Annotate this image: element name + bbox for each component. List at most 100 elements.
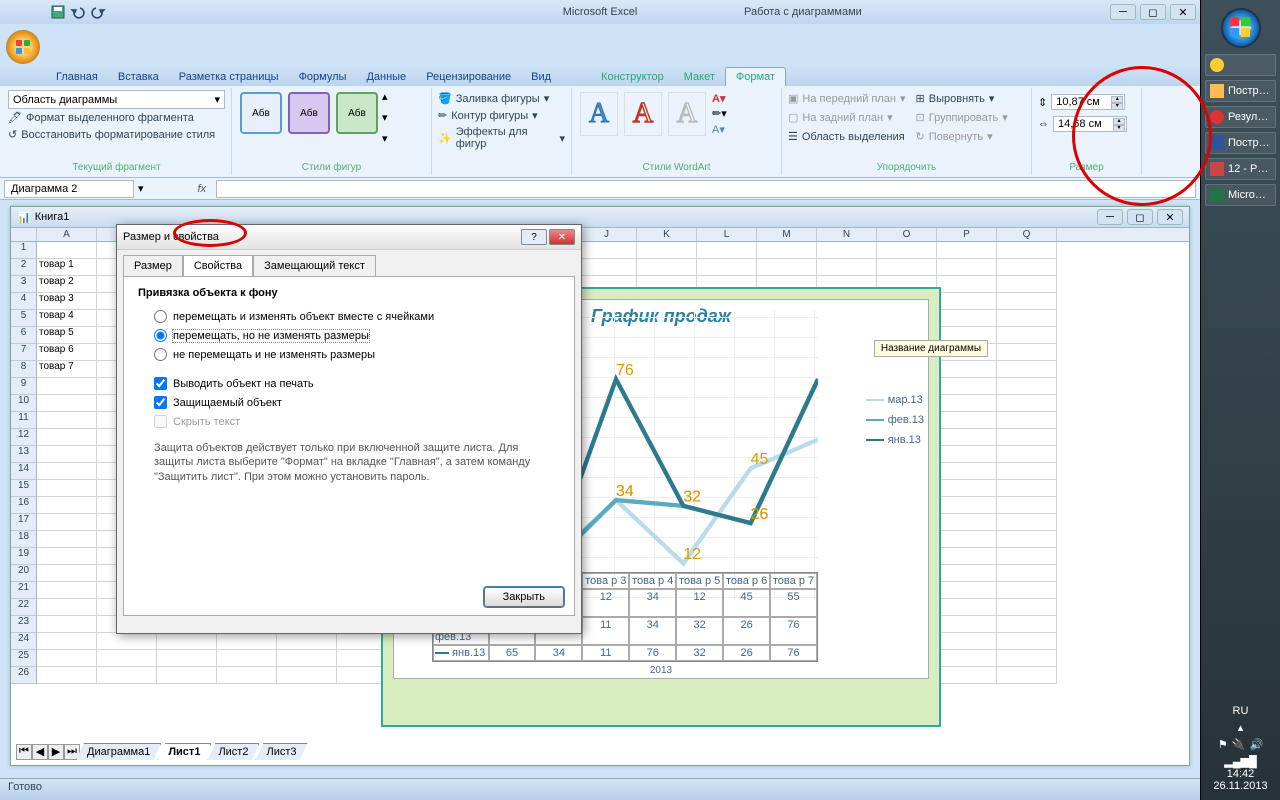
cell[interactable]: товар 3 <box>37 293 97 310</box>
checkbox-locked[interactable]: Защищаемый объект <box>138 393 560 412</box>
cell[interactable] <box>937 242 997 259</box>
tab-formulas[interactable]: Формулы <box>289 68 357 86</box>
cell[interactable] <box>817 242 877 259</box>
cell[interactable] <box>937 310 997 327</box>
row-header[interactable]: 4 <box>11 293 37 310</box>
cell[interactable] <box>157 650 217 667</box>
start-button[interactable] <box>1221 8 1261 48</box>
cell[interactable] <box>997 276 1057 293</box>
legend-item[interactable]: мар.13 <box>866 390 924 410</box>
dialog-tab-properties[interactable]: Свойства <box>183 255 253 277</box>
taskbar-item[interactable]: Micro… <box>1205 184 1276 206</box>
wordart-style-3[interactable]: A <box>668 92 706 136</box>
cell[interactable] <box>757 259 817 276</box>
cell[interactable] <box>937 463 997 480</box>
row-header[interactable]: 12 <box>11 429 37 446</box>
flag-icon[interactable]: ⚑ <box>1218 738 1228 751</box>
tab-home[interactable]: Главная <box>46 68 108 86</box>
selection-pane-button[interactable]: ☰Область выделения <box>788 128 906 145</box>
cell[interactable] <box>937 429 997 446</box>
cell[interactable] <box>277 633 337 650</box>
cell[interactable] <box>37 599 97 616</box>
checkbox-hide-text[interactable]: Скрыть текст <box>138 412 560 431</box>
checkbox-print[interactable]: Выводить объект на печать <box>138 374 560 393</box>
cell[interactable] <box>997 531 1057 548</box>
cell[interactable] <box>997 327 1057 344</box>
language-indicator[interactable]: RU <box>1203 705 1278 717</box>
row-header[interactable]: 25 <box>11 650 37 667</box>
sheet-tab-1[interactable]: Лист1 <box>157 743 211 760</box>
cell[interactable] <box>997 650 1057 667</box>
close-button[interactable]: ✕ <box>1170 4 1196 20</box>
row-header[interactable]: 13 <box>11 446 37 463</box>
row-header[interactable]: 5 <box>11 310 37 327</box>
row-header[interactable]: 11 <box>11 412 37 429</box>
name-box[interactable]: Диаграмма 2 <box>4 180 134 198</box>
cell[interactable] <box>997 310 1057 327</box>
column-header[interactable]: N <box>817 228 877 241</box>
cell[interactable] <box>997 480 1057 497</box>
close-button[interactable]: ✕ <box>1157 209 1183 225</box>
redo-icon[interactable] <box>90 4 106 20</box>
row-header[interactable]: 14 <box>11 463 37 480</box>
cell[interactable] <box>157 667 217 684</box>
cell[interactable] <box>877 259 937 276</box>
cell[interactable] <box>937 514 997 531</box>
dialog-tab-size[interactable]: Размер <box>123 255 183 277</box>
chart-legend[interactable]: мар.13фев.13янв.13 <box>866 390 924 450</box>
network-icon[interactable]: 🔌 <box>1232 738 1246 751</box>
cell[interactable] <box>37 463 97 480</box>
tray-chevron-icon[interactable]: ▴ <box>1203 721 1278 734</box>
taskbar-yandex[interactable] <box>1205 54 1276 76</box>
cell[interactable] <box>997 497 1057 514</box>
cell[interactable] <box>37 565 97 582</box>
cell[interactable] <box>757 242 817 259</box>
row-header[interactable]: 22 <box>11 599 37 616</box>
shape-width-input[interactable]: 14,68 см▴▾ <box>1053 116 1127 132</box>
bring-front-button[interactable]: ▣На передний план ▾ <box>788 90 906 107</box>
cell[interactable] <box>997 429 1057 446</box>
row-header[interactable]: 18 <box>11 531 37 548</box>
minimize-button[interactable]: ─ <box>1110 4 1136 20</box>
shape-style-1[interactable]: Абв <box>240 92 282 134</box>
text-outline-icon[interactable]: ✏▾ <box>712 107 727 120</box>
cell[interactable] <box>997 395 1057 412</box>
row-header[interactable]: 15 <box>11 480 37 497</box>
cell[interactable] <box>37 650 97 667</box>
sheet-tab-2[interactable]: Лист2 <box>207 743 259 760</box>
cell[interactable] <box>997 259 1057 276</box>
row-header[interactable]: 21 <box>11 582 37 599</box>
cell[interactable] <box>937 531 997 548</box>
undo-icon[interactable] <box>70 4 86 20</box>
cell[interactable] <box>217 650 277 667</box>
cell[interactable] <box>697 259 757 276</box>
cell[interactable] <box>937 259 997 276</box>
cell[interactable] <box>37 667 97 684</box>
chart-element-selector[interactable]: Область диаграммы▾ <box>8 90 225 109</box>
cell[interactable] <box>997 548 1057 565</box>
save-icon[interactable] <box>50 4 66 20</box>
spin-up-icon[interactable]: ▴ <box>1113 118 1125 125</box>
text-fill-icon[interactable]: A▾ <box>712 92 727 105</box>
sheet-nav-prev-icon[interactable]: ◀ <box>32 744 48 760</box>
cell[interactable] <box>37 446 97 463</box>
cell[interactable] <box>997 242 1057 259</box>
cell[interactable] <box>37 514 97 531</box>
shape-height-input[interactable]: 10,87 см▴▾ <box>1051 94 1125 110</box>
cell[interactable] <box>637 259 697 276</box>
row-header[interactable]: 24 <box>11 633 37 650</box>
cell[interactable] <box>997 633 1057 650</box>
shape-effects-button[interactable]: ✨Эффекты для фигур ▾ <box>438 124 565 152</box>
cell[interactable] <box>37 497 97 514</box>
cell[interactable] <box>37 480 97 497</box>
tab-view[interactable]: Вид <box>521 68 561 86</box>
spin-down-icon[interactable]: ▾ <box>1111 103 1123 110</box>
cell[interactable]: товар 2 <box>37 276 97 293</box>
cell[interactable] <box>937 497 997 514</box>
row-header[interactable]: 19 <box>11 548 37 565</box>
column-header[interactable]: J <box>577 228 637 241</box>
dialog-titlebar[interactable]: Размер и свойства ? ✕ <box>117 225 581 250</box>
office-button[interactable] <box>6 30 40 64</box>
cell[interactable] <box>937 582 997 599</box>
cell[interactable] <box>157 633 217 650</box>
